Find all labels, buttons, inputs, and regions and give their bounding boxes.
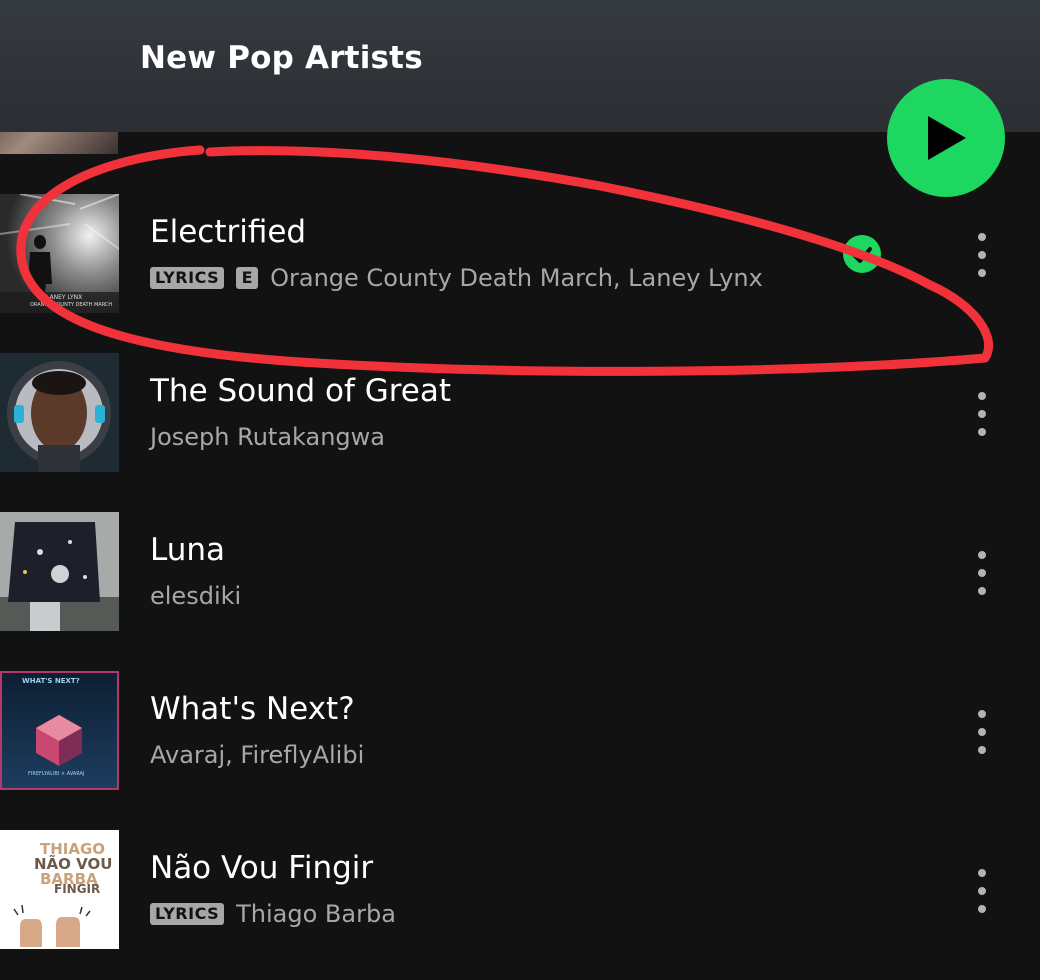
track-artists: Orange County Death March, Laney Lynx xyxy=(270,264,763,292)
album-art-text: ORANGE COUNTY DEATH MARCH xyxy=(30,302,113,308)
track-meta: LYRICS Thiago Barba xyxy=(150,900,396,928)
track-title: Não Vou Fingir xyxy=(150,850,374,886)
album-art-credit: FIREFLYALIBI × AVARAJ xyxy=(28,771,85,777)
playlist-screen: New Pop Artists LANEY LYNX ORANGE COUNTY… xyxy=(0,0,1040,980)
album-art: LANEY LYNX ORANGE COUNTY DEATH MARCH xyxy=(0,194,119,313)
more-options-button[interactable] xyxy=(962,549,1002,597)
playlist-title: New Pop Artists xyxy=(140,40,423,76)
album-art xyxy=(0,512,119,631)
track-row[interactable]: LANEY LYNX ORANGE COUNTY DEATH MARCH Ele… xyxy=(0,194,1040,314)
track-artists: Joseph Rutakangwa xyxy=(150,423,385,451)
track-row[interactable]: WHAT'S NEXT? FIREFLYALIBI × AVARAJ What'… xyxy=(0,671,1040,791)
track-row[interactable]: THIAGO NÃO VOU BARBA FINGIR Não Vou Fing… xyxy=(0,830,1040,950)
lyrics-badge: LYRICS xyxy=(150,267,225,289)
explicit-badge: E xyxy=(236,267,259,289)
track-meta: elesdiki xyxy=(150,582,241,610)
track-artists: Thiago Barba xyxy=(236,900,396,928)
track-artists: Avaraj, FireflyAlibi xyxy=(150,741,365,769)
album-art: THIAGO NÃO VOU BARBA FINGIR xyxy=(0,830,119,949)
more-options-button[interactable] xyxy=(962,390,1002,438)
track-title: The Sound of Great xyxy=(150,373,452,409)
album-art xyxy=(0,353,119,472)
downloaded-icon xyxy=(842,234,882,274)
track-meta: Avaraj, FireflyAlibi xyxy=(150,741,364,769)
play-button[interactable] xyxy=(887,79,1005,197)
track-meta: Joseph Rutakangwa xyxy=(150,423,385,451)
track-title: Luna xyxy=(150,532,226,568)
album-art-text: LANEY LYNX xyxy=(46,294,83,301)
track-row[interactable]: The Sound of Great Joseph Rutakangwa xyxy=(0,353,1040,473)
more-options-button[interactable] xyxy=(962,231,1002,279)
track-artists: elesdiki xyxy=(150,582,242,610)
more-options-button[interactable] xyxy=(962,867,1002,915)
track-title: What's Next? xyxy=(150,691,355,727)
more-options-button[interactable] xyxy=(962,708,1002,756)
lyrics-badge: LYRICS xyxy=(150,903,225,925)
track-row[interactable]: Luna elesdiki xyxy=(0,512,1040,632)
album-art: WHAT'S NEXT? FIREFLYALIBI × AVARAJ xyxy=(0,671,119,790)
album-art-text: FINGIR xyxy=(54,882,101,896)
playlist-header: New Pop Artists xyxy=(0,0,1040,132)
play-icon xyxy=(928,116,966,160)
track-title: Electrified xyxy=(150,214,307,250)
track-meta: LYRICS E Orange County Death March, Lane… xyxy=(150,264,763,292)
album-art-text: WHAT'S NEXT? xyxy=(22,677,80,685)
